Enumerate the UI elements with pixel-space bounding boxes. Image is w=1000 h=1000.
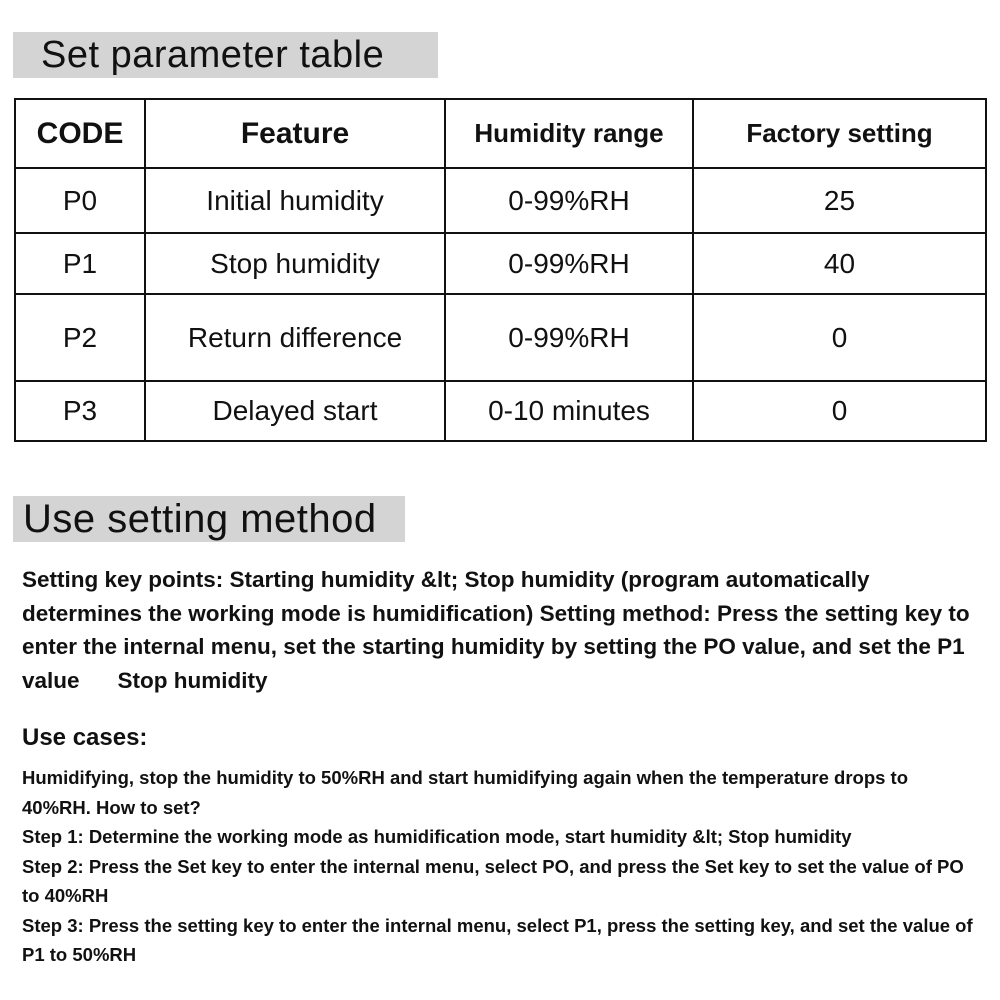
setting-key-points: Setting key points: Starting humidity &l…	[22, 563, 982, 697]
cell-range: 0-99%RH	[444, 232, 694, 295]
use-case-step-2: Step 2: Press the Set key to enter the i…	[22, 855, 964, 907]
cell-code: P0	[14, 167, 146, 234]
cell-feature: Delayed start	[144, 380, 446, 442]
cell-feature: Return difference	[144, 293, 446, 382]
cell-code: P2	[14, 293, 146, 382]
cell-range: 0-99%RH	[444, 167, 694, 234]
key-points-tail: Stop humidity	[117, 667, 268, 693]
use-case-scenario: Humidifying, stop the humidity to 50%RH …	[22, 767, 909, 818]
header-humidity-range: Humidity range	[444, 98, 694, 169]
cell-range: 0-10 minutes	[444, 380, 694, 442]
cell-factory: 0	[692, 293, 987, 382]
cell-code: P1	[14, 232, 146, 295]
cell-factory: 0	[692, 380, 987, 442]
cell-factory: 40	[692, 232, 987, 295]
use-cases-list: Humidifying, stop the humidity to 50%RH …	[22, 763, 982, 970]
header-code: CODE	[14, 98, 146, 169]
setting-method-title: Use setting method	[13, 496, 405, 542]
table-header-row: CODE Feature Humidity range Factory sett…	[14, 98, 987, 169]
header-feature: Feature	[144, 98, 446, 169]
table-row: P0 Initial humidity 0-99%RH 25	[14, 167, 987, 234]
cell-feature: Initial humidity	[144, 167, 446, 234]
parameter-table-title: Set parameter table	[13, 32, 438, 78]
cell-range: 0-99%RH	[444, 293, 694, 382]
table-row: P3 Delayed start 0-10 minutes 0	[14, 380, 987, 442]
use-cases-heading: Use cases:	[22, 724, 148, 751]
cell-code: P3	[14, 380, 146, 442]
table-row: P2 Return difference 0-99%RH 0	[14, 293, 987, 382]
table-row: P1 Stop humidity 0-99%RH 40	[14, 232, 987, 295]
use-case-step-1: Step 1: Determine the working mode as hu…	[22, 826, 852, 847]
use-case-step-3: Step 3: Press the setting key to enter t…	[22, 914, 973, 966]
cell-factory: 25	[692, 167, 987, 234]
header-factory-setting: Factory setting	[692, 98, 987, 169]
parameter-table: CODE Feature Humidity range Factory sett…	[14, 98, 987, 442]
cell-feature: Stop humidity	[144, 232, 446, 295]
